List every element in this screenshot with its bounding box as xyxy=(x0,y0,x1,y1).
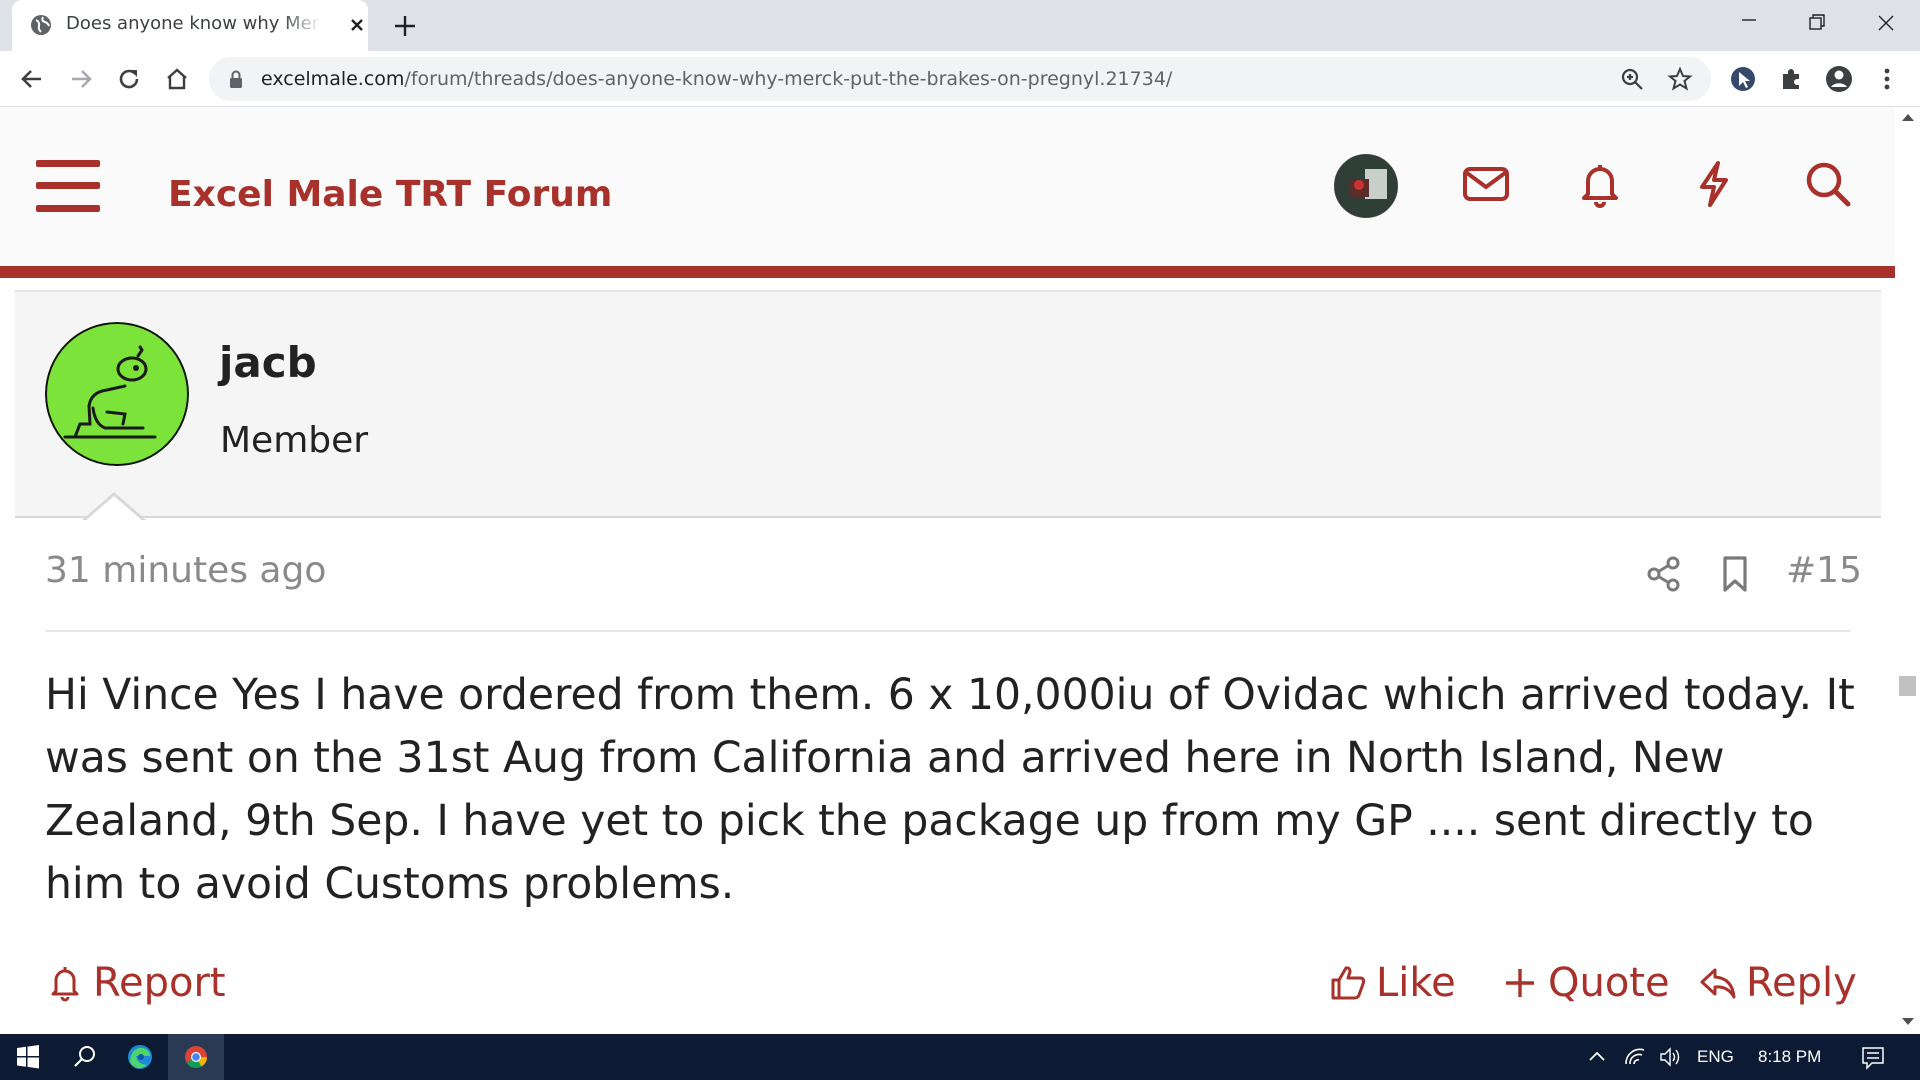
search-icon[interactable] xyxy=(56,1034,112,1080)
header-divider xyxy=(0,266,1895,278)
thumbs-up-icon xyxy=(1331,966,1366,1000)
show-hidden-icons-chevron-icon[interactable] xyxy=(1582,1034,1612,1080)
new-tab-icon[interactable] xyxy=(390,11,420,41)
post-body: Hi Vince Yes I have ordered from them. 6… xyxy=(45,671,1855,909)
tab-title: Does anyone know why Merck put the brake… xyxy=(66,13,321,34)
report-button[interactable]: Report xyxy=(45,956,226,1010)
user-bar-pointer-fill xyxy=(84,496,144,522)
address-bar[interactable]: excelmale.com/forum/threads/does-anyone-… xyxy=(209,57,1711,101)
site-header: Excel Male TRT Forum xyxy=(0,108,1895,266)
clock[interactable]: 8:18 PM xyxy=(1758,1034,1821,1080)
volume-icon[interactable] xyxy=(1655,1034,1685,1080)
home-icon[interactable] xyxy=(160,62,194,96)
browser-toolbar: excelmale.com/forum/threads/does-anyone-… xyxy=(0,51,1920,107)
minimize-icon[interactable] xyxy=(1725,8,1773,40)
lightning-icon[interactable] xyxy=(1688,158,1740,210)
close-window-icon[interactable] xyxy=(1862,8,1910,40)
site-title[interactable]: Excel Male TRT Forum xyxy=(168,174,612,215)
post-number[interactable]: #15 xyxy=(1786,550,1862,591)
browser-tab[interactable]: Does anyone know why Merck put the brake… xyxy=(12,0,368,51)
reply-label: Reply xyxy=(1746,960,1857,1006)
username[interactable]: jacb xyxy=(219,338,317,387)
notifications-icon[interactable] xyxy=(1855,1034,1891,1080)
network-icon[interactable] xyxy=(1620,1034,1650,1080)
url-domain: excelmale.com xyxy=(261,68,405,90)
account-avatar[interactable] xyxy=(1334,154,1398,218)
post-timestamp[interactable]: 31 minutes ago xyxy=(45,550,326,591)
like-label: Like xyxy=(1376,960,1456,1006)
scroll-down-arrow-icon[interactable] xyxy=(1902,1018,1914,1025)
zoom-icon[interactable] xyxy=(1619,66,1645,92)
lock-icon[interactable] xyxy=(227,69,245,89)
browser-tab-strip: Does anyone know why Merck put the brake… xyxy=(0,0,1920,51)
profile-icon[interactable] xyxy=(1822,62,1856,96)
bookmark-star-icon[interactable] xyxy=(1667,66,1693,92)
hamburger-menu-icon[interactable] xyxy=(36,160,100,212)
meta-divider xyxy=(45,630,1851,632)
scroll-thumb[interactable] xyxy=(1899,676,1916,696)
bookmark-icon[interactable] xyxy=(1715,554,1755,594)
mail-icon[interactable] xyxy=(1460,158,1512,210)
globe-icon xyxy=(31,15,51,35)
restore-icon[interactable] xyxy=(1792,8,1840,40)
search-icon[interactable] xyxy=(1802,158,1854,210)
reload-icon[interactable] xyxy=(112,62,146,96)
avatar-figure-icon xyxy=(45,322,189,466)
page-content: Excel Male TRT Forum jacb Member 31 minu… xyxy=(0,108,1895,1034)
share-icon[interactable] xyxy=(1644,554,1684,594)
windows-start-icon[interactable] xyxy=(0,1034,56,1080)
close-tab-icon[interactable] xyxy=(344,12,370,38)
url-text[interactable]: excelmale.com/forum/threads/does-anyone-… xyxy=(261,68,1172,90)
quote-button[interactable]: Quote xyxy=(1500,956,1670,1010)
back-icon[interactable] xyxy=(15,62,49,96)
reply-arrow-icon xyxy=(1700,968,1736,999)
menu-kebab-icon[interactable] xyxy=(1870,62,1904,96)
like-button[interactable]: Like xyxy=(1328,956,1456,1010)
url-path: /forum/threads/does-anyone-know-why-merc… xyxy=(404,68,1173,90)
bell-icon[interactable] xyxy=(1574,158,1626,210)
quote-label: Quote xyxy=(1548,960,1670,1006)
reply-button[interactable]: Reply xyxy=(1698,956,1857,1010)
report-bell-icon xyxy=(51,967,79,1002)
user-avatar[interactable] xyxy=(45,322,189,466)
edge-browser-icon[interactable] xyxy=(112,1034,168,1080)
chrome-icon[interactable] xyxy=(168,1034,224,1080)
scroll-up-arrow-icon[interactable] xyxy=(1902,114,1914,121)
plus-icon xyxy=(1506,969,1534,997)
language-indicator[interactable]: ENG xyxy=(1697,1034,1734,1080)
page-scrollbar[interactable] xyxy=(1895,108,1920,1034)
extensions-puzzle-icon[interactable] xyxy=(1774,62,1808,96)
windows-taskbar: ENG 8:18 PM xyxy=(0,1034,1920,1080)
post-user-bar: jacb Member xyxy=(15,290,1881,518)
extension-cursor-icon[interactable] xyxy=(1726,62,1760,96)
report-label: Report xyxy=(93,960,226,1006)
forward-icon[interactable] xyxy=(64,62,98,96)
user-title: Member xyxy=(220,420,369,461)
avatar-image-icon xyxy=(1335,155,1397,217)
